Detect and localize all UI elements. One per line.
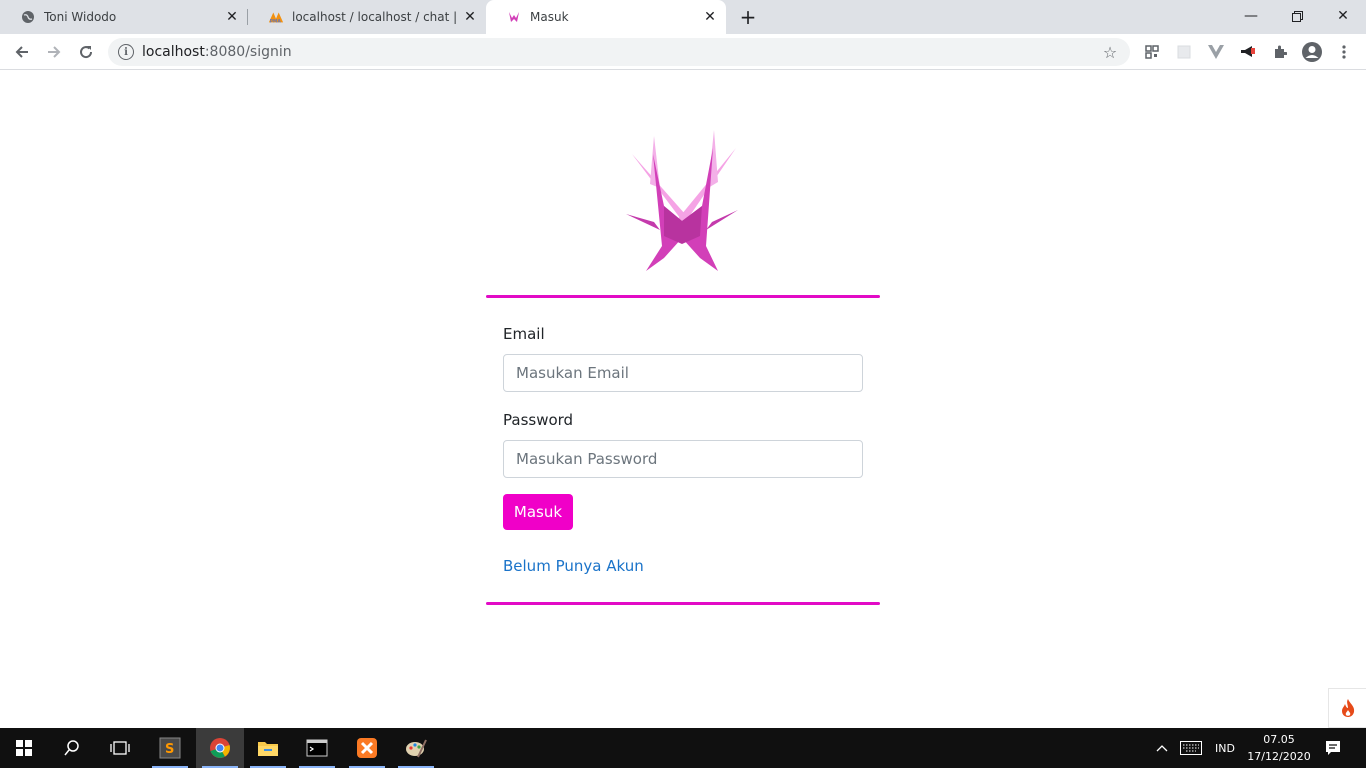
extension-placeholder-icon[interactable]: [1174, 42, 1194, 62]
vue-devtools-icon[interactable]: [1206, 42, 1226, 62]
chrome-icon[interactable]: [196, 728, 244, 768]
site-logo-icon: [506, 9, 522, 25]
profile-avatar-icon[interactable]: [1300, 40, 1324, 64]
sublime-text-icon[interactable]: S: [146, 728, 194, 768]
menu-kebab-icon[interactable]: [1334, 42, 1354, 62]
tab-phpmyadmin[interactable]: PMA localhost / localhost / chat | phpM …: [248, 0, 486, 34]
top-divider: [486, 295, 880, 298]
back-arrow-icon[interactable]: [10, 40, 34, 64]
terminal-icon[interactable]: [293, 728, 341, 768]
url-text[interactable]: localhost:8080/signin: [142, 44, 1100, 60]
forward-arrow-icon[interactable]: [42, 40, 66, 64]
windows-start-icon[interactable]: [0, 728, 48, 768]
password-input[interactable]: [503, 440, 863, 478]
url-host: localhost: [142, 44, 205, 60]
tab-title: Masuk: [530, 10, 569, 24]
close-icon[interactable]: ✕: [702, 9, 718, 25]
fire-widget-icon[interactable]: [1328, 688, 1366, 728]
system-clock[interactable]: 07.05 17/12/2020: [1244, 731, 1314, 765]
notification-center-icon[interactable]: [1318, 728, 1348, 768]
email-input[interactable]: [503, 354, 863, 392]
close-icon[interactable]: ✕: [462, 9, 478, 25]
keyboard-icon[interactable]: [1176, 728, 1206, 768]
megaphone-extension-icon[interactable]: [1238, 42, 1258, 62]
bookmark-star-icon[interactable]: ☆: [1100, 43, 1120, 62]
tray-chevron-up-icon[interactable]: [1152, 728, 1172, 768]
tab-title: Toni Widodo: [44, 10, 117, 24]
tab-strip: Toni Widodo ✕ PMA localhost / localhost …: [0, 0, 1366, 34]
window-close-icon[interactable]: ✕: [1320, 0, 1366, 32]
password-label: Password: [503, 411, 574, 429]
tab-toni-widodo[interactable]: Toni Widodo ✕: [0, 0, 248, 34]
xampp-icon[interactable]: [343, 728, 391, 768]
browser-toolbar: i localhost:8080/signin ☆: [0, 34, 1366, 70]
svg-text:S: S: [165, 742, 174, 757]
url-path: :8080/signin: [204, 44, 292, 60]
task-view-icon[interactable]: [96, 728, 144, 768]
clock-time: 07.05: [1263, 733, 1295, 746]
bottom-divider: [486, 602, 880, 605]
new-tab-button[interactable]: +: [736, 5, 760, 29]
minimize-icon[interactable]: —: [1228, 0, 1274, 32]
email-label: Email: [503, 325, 545, 343]
paint-icon[interactable]: [392, 728, 440, 768]
svg-text:PMA: PMA: [270, 18, 282, 24]
search-icon[interactable]: [48, 728, 96, 768]
site-info-icon[interactable]: i: [118, 44, 134, 60]
app-logo: [620, 126, 744, 276]
globe-icon: [20, 9, 36, 25]
restore-icon[interactable]: [1274, 0, 1320, 32]
phpmyadmin-icon: PMA: [268, 9, 284, 25]
input-language[interactable]: IND: [1208, 728, 1242, 768]
tab-masuk[interactable]: Masuk ✕: [486, 0, 726, 34]
qr-code-extension-icon[interactable]: [1142, 42, 1162, 62]
reload-icon[interactable]: [74, 40, 98, 64]
tab-title: localhost / localhost / chat | phpM: [292, 10, 462, 24]
register-link[interactable]: Belum Punya Akun: [503, 557, 644, 575]
submit-button[interactable]: Masuk: [503, 494, 573, 530]
extensions-puzzle-icon[interactable]: [1270, 42, 1290, 62]
address-bar[interactable]: i localhost:8080/signin ☆: [108, 38, 1130, 66]
signin-page: Email Password Masuk Belum Punya Akun: [0, 71, 1366, 728]
file-explorer-icon[interactable]: [244, 728, 292, 768]
taskbar: S IND 07.05 17/12/2020: [0, 728, 1366, 768]
clock-date: 17/12/2020: [1247, 750, 1311, 763]
close-icon[interactable]: ✕: [224, 9, 240, 25]
